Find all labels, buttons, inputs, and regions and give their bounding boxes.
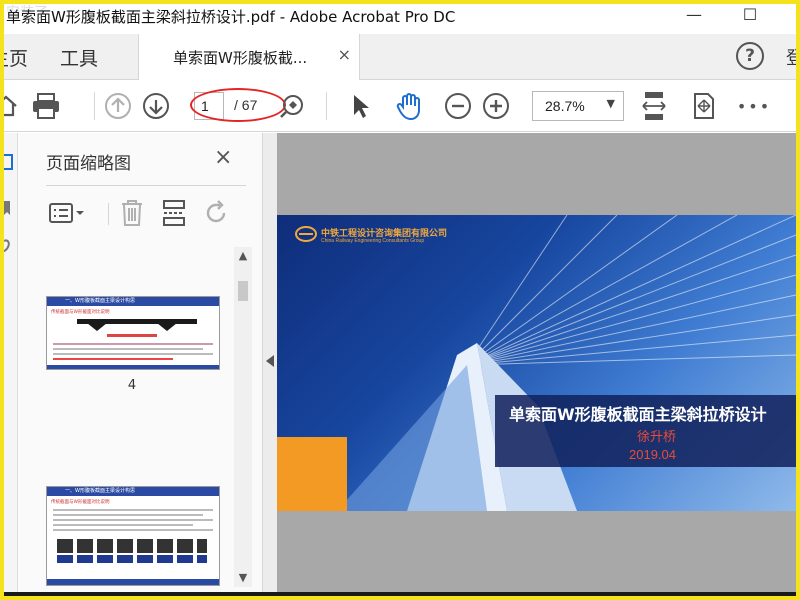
zoom-level-value: 28.7% [545,98,585,114]
company-logo [295,226,317,242]
hand-tool-icon[interactable] [394,90,426,122]
panel-title: 页面缩略图 [46,154,131,174]
thumbnail-diagram [87,323,107,331]
print-icon[interactable] [30,90,62,122]
thumbnail-scrollbar[interactable]: ▲ ▼ [234,247,252,587]
login-button[interactable]: 登 [786,44,800,70]
zoom-in-icon[interactable] [480,90,512,122]
page-thumbnails-panel: 页面缩略图 × 一、W形腹板截面主梁设计构思 传统截面与W形截面对比说明 4 一… [18,133,262,595]
thumbnail-text-line [53,358,173,360]
toolbar-divider [94,92,95,120]
thumbnail-text-line [53,343,213,345]
thumbnail-heading: 一、W形腹板截面主梁设计构思 [65,488,135,494]
thumbnail-subheading: 传统截面与W形截面对比说明 [51,500,110,505]
zoom-out-icon[interactable] [442,90,474,122]
scrollbar-thumb[interactable] [238,281,248,301]
zoom-search-icon[interactable] [276,90,308,122]
thumbnail-table [57,539,207,553]
panel-close-button[interactable]: × [214,145,232,170]
bookmarks-icon[interactable] [4,199,16,217]
document-tab-label: 单索面W形腹板截... [173,49,308,67]
title-bar: 单索面W形腹板截面主梁斜拉桥设计.pdf - Adobe Acrobat Pro… [4,0,796,32]
page-thumbnail[interactable]: 一、W形腹板截面主梁设计构思 传统截面与W形截面对比说明 [46,296,220,370]
thumbnail-text-line [53,524,193,526]
thumbnail-text-line [53,519,213,521]
tab-tools[interactable]: 工具 [60,44,98,71]
slide-title: 单索面W形腹板截面主梁斜拉桥设计 [509,405,767,424]
page-thumbnail[interactable]: 一、W形腹板截面主梁设计构思 传统截面与W形截面对比说明 [46,486,220,586]
scroll-down-icon[interactable]: ▼ [234,571,252,585]
minimize-button[interactable]: — [680,4,708,26]
thumbnail-footer-bar [47,579,219,585]
collapse-panel-icon[interactable] [266,355,274,367]
page-thumbnails-icon[interactable] [4,153,16,171]
taskbar-strip [0,592,800,600]
tab-document[interactable]: 单索面W形腹板截... × [138,34,360,80]
maximize-button[interactable]: ☐ [736,4,764,26]
thumbnail-text-line [53,529,213,531]
panel-toolbar-divider [108,203,109,225]
next-page-icon[interactable] [140,90,172,122]
toolbar-divider [326,92,327,120]
thumbnail-diagram [107,334,157,337]
slide-date: 2019.04 [629,447,676,462]
thumbnail-text-line [53,348,203,350]
fit-page-width-icon[interactable] [638,90,670,122]
thumbnail-diagram [157,323,177,331]
thumbnail-page-number: 4 [127,378,137,393]
attachments-icon[interactable] [4,237,16,255]
chevron-down-icon: ▼ [606,97,615,110]
home-icon[interactable] [0,90,22,122]
trash-icon[interactable] [118,199,146,227]
tab-home[interactable]: 主页 [0,44,28,71]
document-tab-close-button[interactable]: × [338,45,351,64]
scroll-up-icon[interactable]: ▲ [234,249,252,263]
main-toolbar: / 67 28.7% ▼ ••• [0,80,796,132]
navigation-rail [4,133,18,595]
slide-author: 徐升桥 [637,430,677,445]
thumbnail-text-line [53,509,213,511]
company-name-english: China Railway Engineering Consultants Gr… [321,238,425,244]
rotate-icon[interactable] [202,199,230,227]
thumbnail-footer-bar [47,365,219,369]
thumbnail-text-line [53,514,203,516]
insert-pages-icon[interactable] [160,199,188,227]
window-title: 单索面W形腹板截面主梁斜拉桥设计.pdf - Adobe Acrobat Pro… [6,8,456,26]
full-screen-icon[interactable] [688,90,720,122]
thumbnail-list: 一、W形腹板截面主梁设计构思 传统截面与W形截面对比说明 4 一、W形腹板截面主… [32,248,232,588]
zoom-level-select[interactable]: 28.7% ▼ [532,91,624,121]
orange-accent-block [277,437,347,511]
thumbnail-heading: 一、W形腹板截面主梁设计构思 [65,298,135,304]
panel-collapse-strip[interactable] [262,133,277,595]
pdf-page: 中铁工程设计咨询集团有限公司 China Railway Engineering… [277,215,796,511]
thumbnail-subheading: 传统截面与W形截面对比说明 [51,310,110,315]
panel-divider [46,185,246,186]
previous-page-icon[interactable] [102,90,134,122]
more-options-icon[interactable]: ••• [737,90,770,122]
document-view[interactable]: 中铁工程设计咨询集团有限公司 China Railway Engineering… [277,133,796,595]
annotation-highlight-oval [190,88,286,122]
thumbnail-text-line [53,353,213,355]
thumbnail-options-icon[interactable] [46,199,90,227]
tab-bar: 主页 工具 单索面W形腹板截... × ? 登 [0,34,800,80]
select-arrow-icon[interactable] [344,90,376,122]
help-button[interactable]: ? [736,42,764,70]
thumbnail-table [57,555,207,563]
